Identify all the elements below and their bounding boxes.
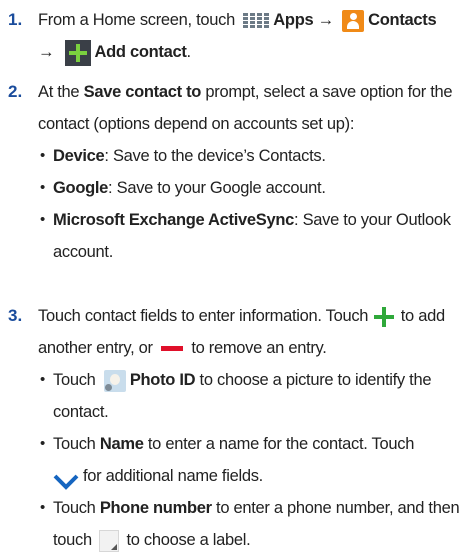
add-contact-label: Add contact (94, 43, 187, 61)
field-instructions-list: Touch Photo ID to choose a picture to id… (38, 364, 466, 556)
step-number: 3. (8, 306, 23, 325)
option-desc: : Save to your Google account. (108, 179, 326, 197)
arrow: → (38, 43, 55, 61)
option-name: Device (53, 147, 105, 165)
step-text-segment: From a Home screen, touch (38, 11, 235, 29)
photo-id-icon (103, 369, 126, 392)
chevron-down-icon-graphic (53, 474, 79, 490)
contacts-icon (342, 9, 365, 32)
field-name: Photo ID (129, 371, 196, 389)
list-item: Microsoft Exchange ActiveSync: Save to y… (38, 204, 466, 268)
step-text: Touch contact fields to enter informatio… (38, 300, 466, 556)
list-item: Touch Photo ID to choose a picture to id… (38, 364, 466, 428)
bullet-text: for additional name fields. (83, 467, 263, 485)
field-name: Name (99, 435, 144, 453)
bullet-text: Touch (53, 371, 96, 389)
step-text-segment: to remove an entry. (191, 339, 327, 357)
bullet-text: Touch (53, 435, 96, 453)
step-text: From a Home screen, touch Apps → Contact… (38, 4, 466, 68)
bullet-text: to enter a name for the contact. Touch (147, 435, 415, 453)
instruction-page: 1. From a Home screen, touch Apps → Cont… (0, 0, 472, 552)
list-item: Touch Name to enter a name for the conta… (38, 428, 466, 492)
option-name: Google (53, 179, 109, 197)
arrow: → (317, 11, 335, 29)
step-text: At the Save contact to prompt, select a … (38, 76, 466, 268)
list-item: Touch Phone number to enter a phone numb… (38, 492, 466, 556)
apps-label: Apps (273, 11, 314, 29)
list-item: Google: Save to your Google account. (38, 172, 466, 204)
bullet-text: Touch (53, 499, 96, 517)
apps-grid-icon (241, 12, 271, 30)
option-name: Microsoft Exchange ActiveSync (53, 211, 295, 229)
step-number: 2. (8, 82, 23, 101)
chevron-down-icon (53, 469, 79, 490)
add-contact-icon (64, 39, 91, 66)
step-number: 1. (8, 10, 23, 29)
remove-entry-icon (161, 346, 184, 352)
option-desc: : Save to the device’s Contacts. (104, 147, 326, 165)
step-text-segment: . (186, 43, 192, 61)
save-contact-to-label: Save contact to (83, 83, 202, 101)
step-text-segment: Touch contact fields to enter informatio… (38, 307, 369, 325)
add-entry-icon (374, 306, 395, 327)
step-text-segment: At the (38, 83, 80, 101)
field-name: Phone number (99, 499, 212, 517)
list-item: Device: Save to the device’s Contacts. (38, 140, 466, 172)
label-picker-icon (99, 529, 120, 552)
bullet-text: to choose a label. (126, 531, 251, 549)
save-options-list: Device: Save to the device’s Contacts. G… (38, 140, 466, 268)
contacts-label: Contacts (368, 11, 437, 29)
